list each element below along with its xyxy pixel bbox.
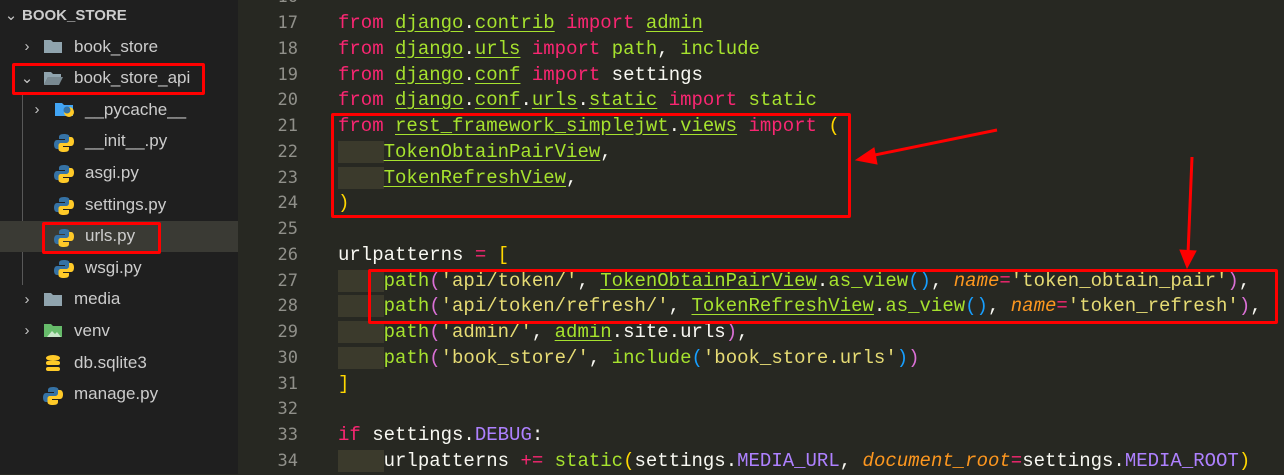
annotation-arrows [854, 128, 1197, 270]
arrow-to-imports [854, 128, 998, 165]
arrow-to-urlpatterns [1179, 156, 1197, 270]
